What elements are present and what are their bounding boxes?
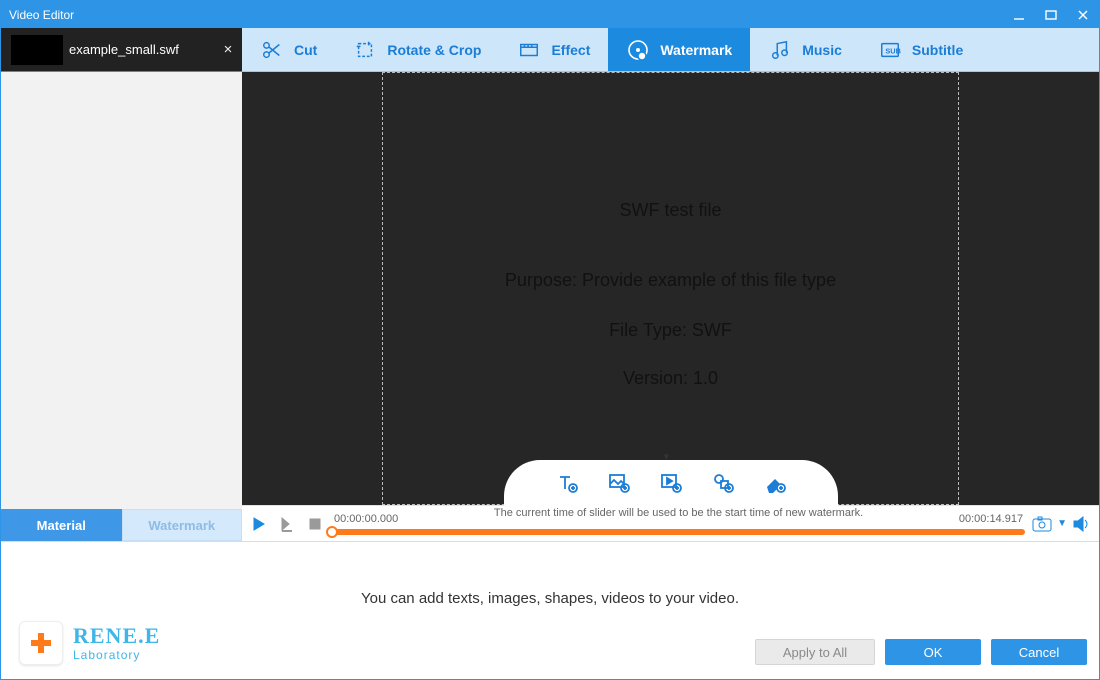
maximize-button[interactable] bbox=[1035, 1, 1067, 28]
side-tab-material[interactable]: Material bbox=[1, 509, 122, 541]
crop-icon bbox=[353, 38, 377, 62]
window-title: Video Editor bbox=[9, 8, 1003, 22]
add-image-button[interactable] bbox=[606, 470, 632, 496]
file-tab[interactable]: example_small.swf × bbox=[1, 28, 242, 72]
tab-rotate-label: Rotate & Crop bbox=[387, 42, 481, 58]
play-button[interactable] bbox=[248, 513, 270, 535]
title-bar: Video Editor bbox=[1, 1, 1099, 28]
side-empty bbox=[1, 72, 242, 509]
tab-watermark-label: Watermark bbox=[660, 42, 732, 58]
brand-logo: RENE.E Laboratory bbox=[19, 621, 160, 665]
tab-watermark[interactable]: Watermark bbox=[608, 28, 750, 71]
watermark-toolbar: ▾ bbox=[540, 460, 802, 506]
add-eraser-button[interactable] bbox=[762, 470, 788, 496]
close-button[interactable] bbox=[1067, 1, 1099, 28]
file-thumbnail bbox=[11, 35, 63, 65]
cancel-label: Cancel bbox=[1019, 645, 1059, 660]
stop-button[interactable] bbox=[304, 513, 326, 535]
bottom-panel: You can add texts, images, shapes, video… bbox=[1, 541, 1099, 679]
file-name: example_small.swf bbox=[69, 42, 214, 57]
preview-line-1: SWF test file bbox=[242, 200, 1099, 221]
apply-all-button[interactable]: Apply to All bbox=[755, 639, 875, 665]
apply-all-label: Apply to All bbox=[783, 645, 847, 660]
cancel-button[interactable]: Cancel bbox=[991, 639, 1087, 665]
tab-music[interactable]: Music bbox=[750, 28, 860, 71]
timeline-hint: The current time of slider will be used … bbox=[332, 507, 1025, 519]
side-tabs: Material Watermark bbox=[1, 509, 242, 541]
timeline[interactable]: The current time of slider will be used … bbox=[332, 506, 1025, 541]
tab-cut-label: Cut bbox=[294, 42, 317, 58]
watermark-icon bbox=[626, 38, 650, 62]
preview-line-3: File Type: SWF bbox=[242, 320, 1099, 341]
main-area: Cut Rotate & Crop Effect Watermark Music… bbox=[242, 28, 1099, 541]
file-close-button[interactable]: × bbox=[214, 41, 242, 58]
snapshot-button[interactable] bbox=[1031, 513, 1053, 535]
chevron-down-icon[interactable]: ▾ bbox=[664, 450, 678, 460]
add-shape-button[interactable] bbox=[710, 470, 736, 496]
logo-sub: Laboratory bbox=[73, 649, 160, 661]
side-tab-material-label: Material bbox=[37, 518, 86, 533]
tab-subtitle[interactable]: SUB Subtitle bbox=[860, 28, 981, 71]
tab-cut[interactable]: Cut bbox=[242, 28, 335, 71]
tab-effect[interactable]: Effect bbox=[499, 28, 608, 71]
volume-button[interactable] bbox=[1071, 513, 1093, 535]
timeline-thumb[interactable] bbox=[326, 526, 338, 538]
scissors-icon bbox=[260, 38, 284, 62]
side-tab-watermark-label: Watermark bbox=[148, 518, 215, 533]
preview-line-2: Purpose: Provide example of this file ty… bbox=[242, 270, 1099, 291]
snapshot-dropdown-icon[interactable]: ▼ bbox=[1057, 518, 1067, 529]
preview-area: SWF test file Purpose: Provide example o… bbox=[242, 72, 1099, 505]
add-text-button[interactable] bbox=[554, 470, 580, 496]
dialog-buttons: Apply to All OK Cancel bbox=[755, 639, 1087, 665]
side-panel: example_small.swf × Material Watermark bbox=[1, 28, 242, 541]
add-video-button[interactable] bbox=[658, 470, 684, 496]
ok-label: OK bbox=[924, 645, 943, 660]
logo-main: RENE.E bbox=[73, 625, 160, 647]
playback-controls: The current time of slider will be used … bbox=[242, 505, 1099, 541]
ok-button[interactable]: OK bbox=[885, 639, 981, 665]
film-icon bbox=[517, 38, 541, 62]
step-button[interactable] bbox=[276, 513, 298, 535]
subtitle-icon: SUB bbox=[878, 38, 902, 62]
tab-subtitle-label: Subtitle bbox=[912, 42, 963, 58]
tab-rotate[interactable]: Rotate & Crop bbox=[335, 28, 499, 71]
svg-text:SUB: SUB bbox=[885, 46, 900, 55]
panel-hint: You can add texts, images, shapes, video… bbox=[1, 590, 1099, 607]
timeline-track[interactable] bbox=[332, 529, 1025, 535]
side-tab-watermark[interactable]: Watermark bbox=[122, 509, 243, 541]
plus-icon bbox=[19, 621, 63, 665]
preview-line-4: Version: 1.0 bbox=[242, 368, 1099, 389]
tab-music-label: Music bbox=[802, 42, 842, 58]
tab-effect-label: Effect bbox=[551, 42, 590, 58]
minimize-button[interactable] bbox=[1003, 1, 1035, 28]
tab-bar: Cut Rotate & Crop Effect Watermark Music… bbox=[242, 28, 1099, 72]
music-icon bbox=[768, 38, 792, 62]
